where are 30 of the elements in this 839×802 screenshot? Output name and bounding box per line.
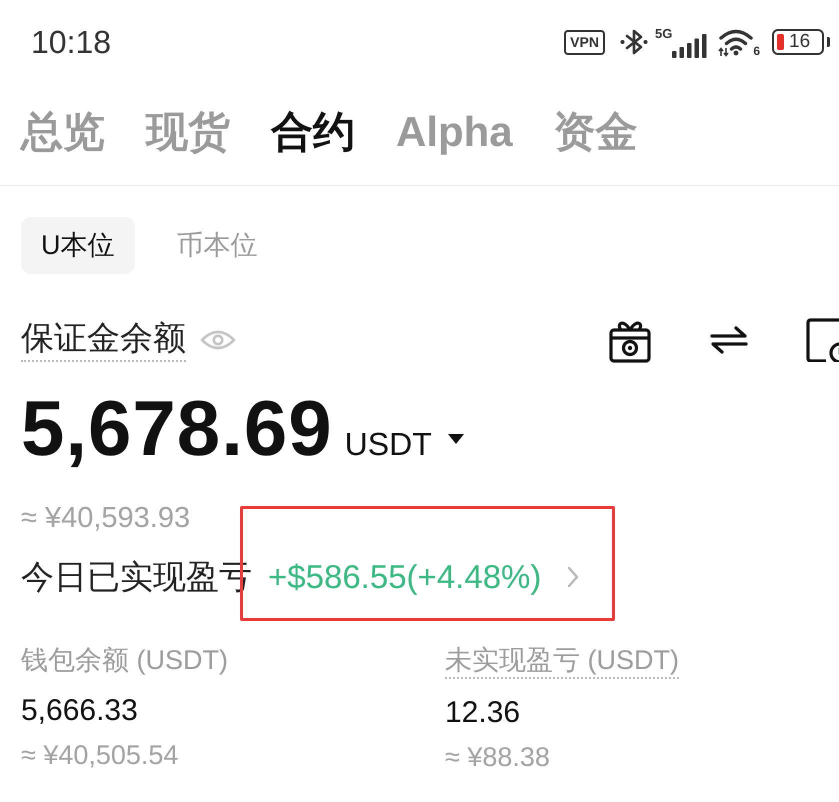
nav-tab[interactable]: 现货 [146, 106, 230, 156]
balance-value: 12.36 [445, 695, 520, 731]
balance-label[interactable]: 未实现盈亏 (USDT) [445, 643, 679, 679]
network-type-label: 5G [654, 26, 672, 41]
nav-tab[interactable]: Alpha [396, 106, 513, 156]
balance-value: 5,666.33 [21, 693, 138, 729]
segment-tab[interactable]: U本位 [21, 217, 134, 274]
currency-selector[interactable]: USDT [344, 426, 432, 463]
battery-percent: 16 [789, 32, 810, 52]
margin-balance-label[interactable]: 保证金余额 [21, 318, 186, 362]
bluetooth-icon [618, 27, 649, 57]
fiat-approx-value: ≈ ¥88.38 [445, 741, 550, 774]
fiat-approx-value: ≈ ¥40,505.54 [21, 739, 178, 772]
fiat-approx-value: ≈ ¥40,593.93 [21, 501, 190, 536]
battery-fill-icon [777, 34, 784, 50]
wifi-standard-label: 6 [753, 44, 760, 58]
realized-pnl-value[interactable]: +$586.55(+4.48%) [268, 557, 542, 597]
swap-arrows-icon[interactable] [710, 325, 748, 355]
caret-down-icon[interactable] [448, 434, 464, 444]
vpn-badge: VPN [564, 30, 605, 54]
segment-tab[interactable]: 币本位 [156, 217, 278, 274]
cellular-signal-icon [672, 34, 708, 58]
wifi-icon [718, 27, 754, 57]
nav-tab[interactable]: 资金 [554, 106, 638, 156]
nav-tab[interactable]: 合约 [271, 106, 355, 156]
total-balance-value: 5,678.69 [21, 388, 333, 468]
status-time: 10:18 [31, 24, 112, 60]
nav-tab[interactable]: 总览 [21, 106, 105, 156]
document-clock-icon[interactable] [806, 318, 839, 362]
balance-label: 钱包余额 (USDT) [21, 644, 228, 677]
